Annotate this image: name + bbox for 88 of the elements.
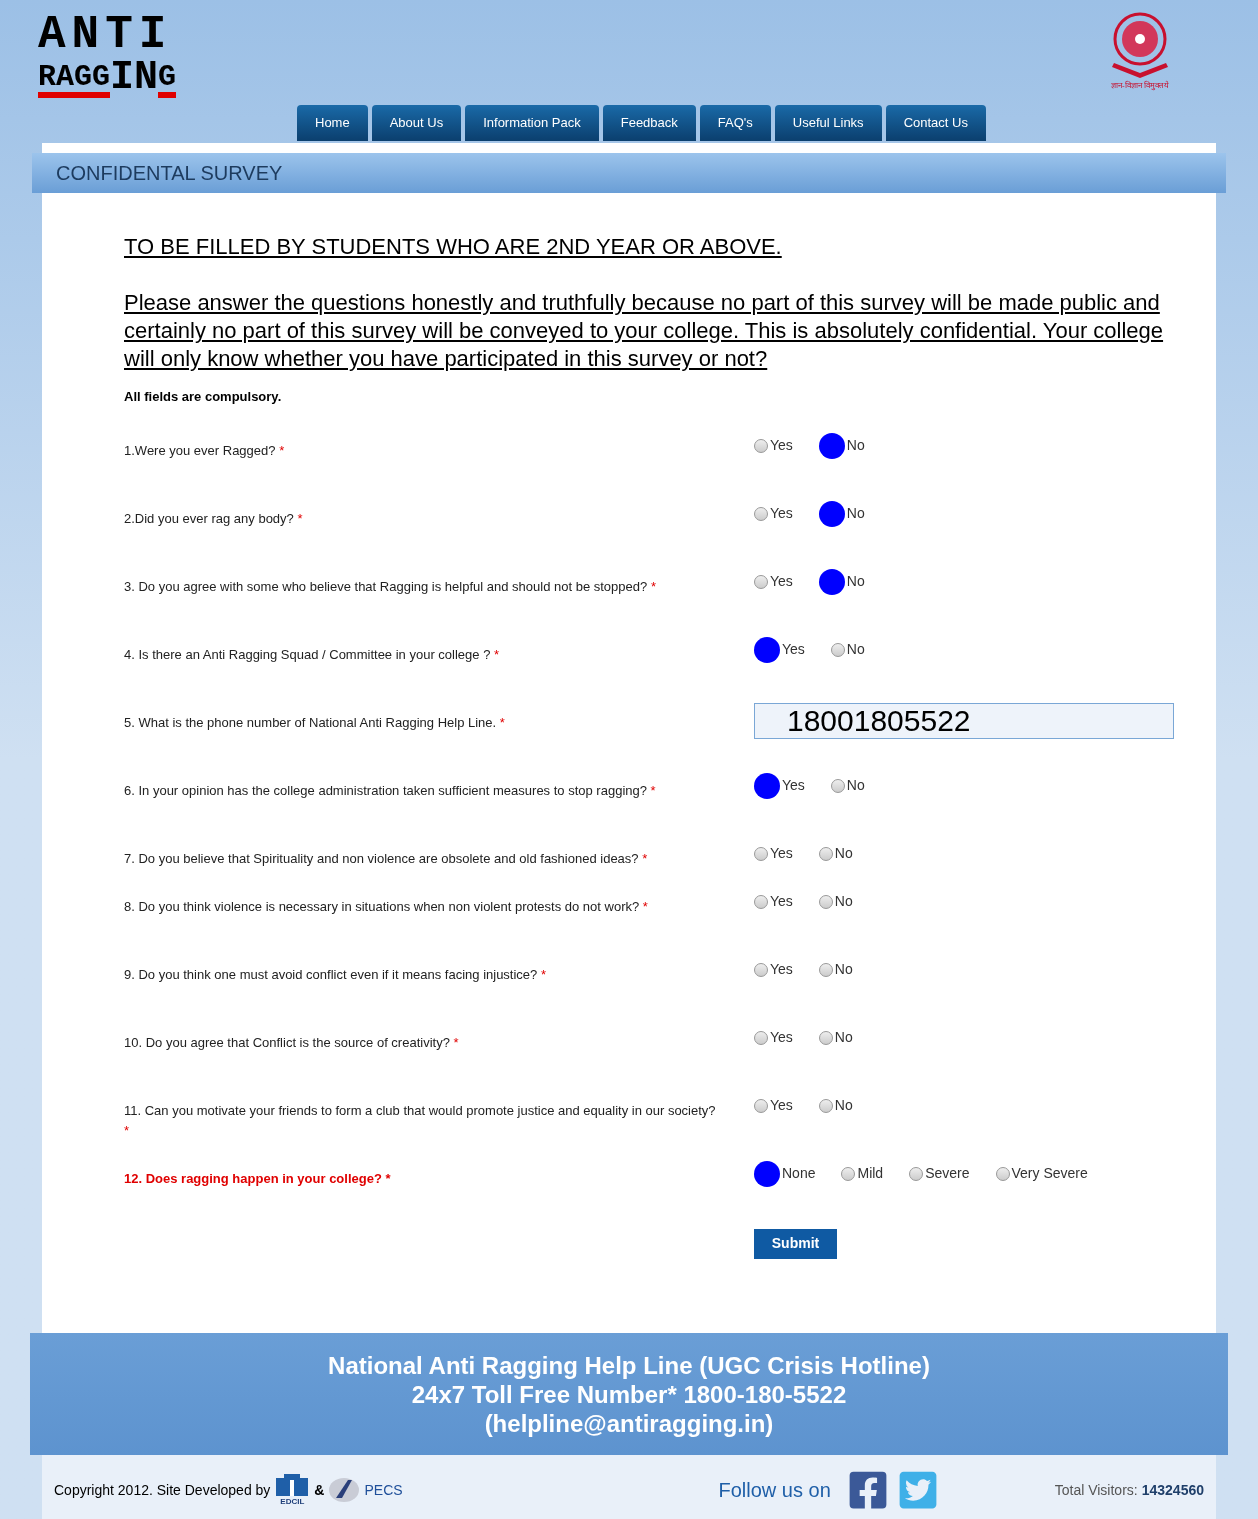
radio-button[interactable] — [754, 962, 768, 977]
radio-button[interactable] — [995, 1166, 1010, 1181]
intro-paragraph: Please answer the questions honestly and truthfully because no part of this survey will be made public and certainly no part of this survey will be conveyed to your college. This is absolutely confidential. Your college will only know whether you have participated in this survey or not? — [124, 289, 1165, 373]
radio-button[interactable] — [754, 1030, 768, 1045]
nav-tab[interactable]: Feedback — [602, 105, 696, 141]
question-text: 2.Did you ever rag any body? * — [124, 509, 304, 528]
question-text: 3. Do you agree with some who believe that Ragging is helpful and should not be stopped? * — [124, 577, 657, 596]
radio-button[interactable] — [818, 1030, 833, 1045]
radio-button[interactable] — [754, 574, 768, 589]
visitors-label: Total Visitors: — [1054, 1480, 1138, 1500]
nav-tab[interactable]: Useful Links — [774, 105, 882, 141]
pecs-label: PECS — [364, 1480, 403, 1500]
option-label: Yes — [782, 776, 805, 795]
option-label: Yes — [770, 504, 793, 523]
nav-tab[interactable]: FAQ's — [699, 105, 771, 141]
helpline-title: National Anti Ragging Help Line (UGC Crisis Hotline) — [328, 1350, 930, 1380]
option-label: No — [834, 960, 853, 979]
question-text: 9. Do you think one must avoid conflict even if it means facing injustice? * — [124, 965, 547, 984]
question-text: 10. Do you agree that Conflict is the source of creativity? * — [124, 1033, 460, 1052]
option-label: None — [782, 1164, 816, 1183]
option-label: No — [846, 572, 865, 591]
option-label: Yes — [770, 572, 793, 591]
option-label: No — [846, 640, 865, 659]
option-label: No — [834, 1028, 853, 1047]
submit-button[interactable]: Submit — [754, 1228, 837, 1259]
question-text: 11. Can you motivate your friends to form a club that would promote justice and equality in our society? * — [124, 1101, 717, 1140]
radio-button[interactable] — [818, 894, 833, 909]
visitors-count: 14324560 — [1141, 1480, 1204, 1500]
radio-button[interactable] — [818, 1098, 833, 1113]
question-text: 12. Does ragging happen in your college? * — [124, 1169, 392, 1188]
option-label: Yes — [770, 1028, 793, 1047]
radio-button[interactable] — [909, 1166, 924, 1181]
option-label: No — [846, 436, 865, 455]
option-label: No — [834, 892, 853, 911]
radio-selected[interactable] — [818, 500, 845, 527]
radio-button[interactable] — [830, 642, 845, 657]
question-text: 6. In your opinion has the college administration taken sufficient measures to stop ragging? * — [124, 781, 657, 800]
nav-tab[interactable]: Information Pack — [465, 105, 599, 141]
option-label: Yes — [770, 892, 793, 911]
follow-text: Follow us on — [718, 1478, 831, 1503]
option-label: Yes — [770, 436, 793, 455]
radio-button[interactable] — [818, 962, 833, 977]
heading: TO BE FILLED BY STUDENTS WHO ARE 2ND YEAR OR ABOVE. — [124, 233, 783, 261]
ampersand: & — [314, 1480, 325, 1500]
panel-title: CONFIDENTAL SURVEY — [56, 161, 283, 186]
option-label: Yes — [770, 844, 793, 863]
edcil-label: EDCIL — [280, 1496, 305, 1508]
question-text: 5. What is the phone number of National Anti Ragging Help Line. * — [124, 713, 506, 732]
question-text: 8. Do you think violence is necessary in situations when non violent protests do not work? * — [124, 897, 649, 916]
radio-selected[interactable] — [754, 636, 780, 663]
helpline-number: 24x7 Toll Free Number* 1800-180-5522 — [411, 1379, 847, 1409]
copyright-text: Copyright 2012. Site Developed by — [54, 1480, 271, 1500]
radio-selected[interactable] — [818, 432, 845, 459]
radio-button[interactable] — [818, 846, 833, 861]
logo: ANTI RAGGING — [38, 12, 178, 102]
radio-selected[interactable] — [818, 568, 845, 595]
note-text: All fields are compulsory. — [124, 388, 283, 406]
radio-selected[interactable] — [754, 1160, 780, 1187]
option-label: Severe — [925, 1164, 970, 1183]
radio-selected[interactable] — [754, 772, 780, 799]
swoosh-icon — [328, 1476, 361, 1504]
option-label: Mild — [857, 1164, 884, 1183]
emblem-motto: ज्ञान-विज्ञान विमुक्तये — [1111, 80, 1169, 92]
building-icon — [274, 1472, 311, 1496]
radio-button[interactable] — [841, 1166, 856, 1181]
radio-button[interactable] — [830, 778, 845, 793]
input-field[interactable]: 18001805522 — [754, 702, 1174, 739]
radio-button[interactable] — [754, 506, 768, 521]
radio-button[interactable] — [754, 846, 768, 861]
question-text: 1.Were you ever Ragged? * — [124, 441, 286, 460]
helpline-email: (helpline@antiragging.in) — [484, 1408, 774, 1438]
option-label: Yes — [782, 640, 805, 659]
nav-tab[interactable]: Home — [297, 105, 368, 141]
radio-button[interactable] — [754, 894, 768, 909]
option-label: Very Severe — [1011, 1164, 1088, 1183]
question-text: 4. Is there an Anti Ragging Squad / Committee in your college ? * — [124, 645, 501, 664]
emblem-icon — [1110, 12, 1170, 80]
option-label: No — [834, 1096, 853, 1115]
option-label: No — [846, 776, 865, 795]
nav-tab[interactable]: About Us — [371, 105, 462, 141]
nav-tab[interactable]: Contact Us — [885, 105, 986, 141]
radio-button[interactable] — [754, 1098, 768, 1113]
option-label: No — [834, 844, 853, 863]
option-label: Yes — [770, 1096, 793, 1115]
radio-button[interactable] — [754, 438, 768, 453]
question-text: 7. Do you believe that Spirituality and non violence are obsolete and old fashioned ideas? * — [124, 849, 649, 868]
option-label: No — [846, 504, 865, 523]
option-label: Yes — [770, 960, 793, 979]
